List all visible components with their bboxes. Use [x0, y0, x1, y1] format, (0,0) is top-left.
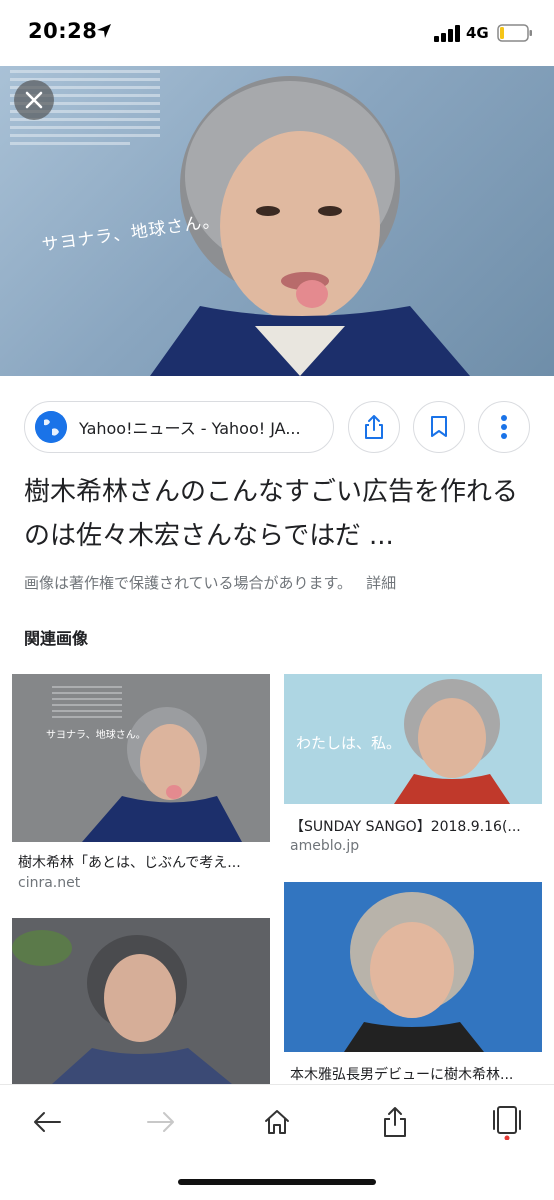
share-icon — [384, 1107, 406, 1137]
tabs-button[interactable] — [482, 1097, 532, 1147]
forward-button[interactable] — [136, 1097, 186, 1147]
result-title[interactable]: 樹木希林さんのこんなすごい広告を作れるのは佐々木宏さんならではだ ... — [24, 470, 534, 558]
signal-bars-icon — [434, 25, 460, 42]
notification-dot — [504, 1135, 510, 1140]
network-type: 4G — [466, 24, 489, 42]
copyright-text: 画像は著作権で保護されている場合があります。 — [24, 574, 353, 592]
related-domain-2: ameblo.jp — [290, 838, 360, 854]
source-chip[interactable]: Yahoo!ニュース - Yahoo! JA... — [24, 401, 334, 453]
related-heading: 関連画像 — [24, 629, 89, 648]
battery-low-icon — [497, 24, 532, 42]
related-image-4[interactable] — [284, 882, 542, 1052]
related-title-1[interactable]: 樹木希林「あとは、じぶんで考え... — [18, 852, 266, 872]
related-image-3[interactable] — [12, 918, 270, 1084]
more-vertical-icon — [501, 415, 507, 439]
hero-image[interactable]: サヨナラ、地球さん。 — [0, 66, 554, 376]
related-title-4[interactable]: 本木雅弘長男デビューに樹木希林... — [290, 1064, 536, 1084]
status-time: 20:28 — [28, 19, 98, 43]
portrait-illustration — [10, 70, 470, 376]
toolbar-share-button[interactable] — [370, 1097, 420, 1147]
related-image-1[interactable]: サヨナラ、地球さん。 — [12, 674, 270, 842]
related-domain-1: cinra.net — [18, 875, 81, 891]
related-image-2[interactable]: わたしは、私。 — [284, 674, 542, 804]
details-link[interactable]: 詳細 — [366, 574, 396, 592]
home-icon — [265, 1110, 289, 1134]
tabs-icon — [493, 1106, 521, 1140]
related-image-3-art — [12, 918, 270, 1084]
home-indicator — [178, 1179, 376, 1185]
home-button[interactable] — [252, 1097, 302, 1147]
related-image-2-overlay: わたしは、私。 — [296, 734, 402, 752]
copyright-notice: 画像は著作権で保護されている場合があります。 詳細 — [24, 572, 396, 593]
bookmark-icon — [431, 416, 447, 437]
source-label: Yahoo!ニュース - Yahoo! JA... — [79, 419, 301, 438]
forward-arrow-icon — [147, 1112, 174, 1132]
related-image-4-art — [284, 882, 542, 1052]
share-icon — [365, 415, 383, 439]
status-bar: 20:28 4G — [0, 0, 554, 66]
related-title-2[interactable]: 【SUNDAY SANGO】2018.9.16(... — [290, 816, 536, 836]
bookmark-button[interactable] — [413, 401, 465, 453]
share-button[interactable] — [348, 401, 400, 453]
back-button[interactable] — [22, 1097, 72, 1147]
more-button[interactable] — [478, 401, 530, 453]
close-button[interactable] — [14, 80, 54, 120]
globe-icon — [35, 411, 67, 443]
related-image-1-art — [12, 674, 270, 842]
back-arrow-icon — [34, 1112, 61, 1132]
related-image-1-overlay: サヨナラ、地球さん。 — [46, 730, 146, 741]
location-arrow-icon — [97, 24, 111, 38]
close-icon — [25, 91, 43, 109]
